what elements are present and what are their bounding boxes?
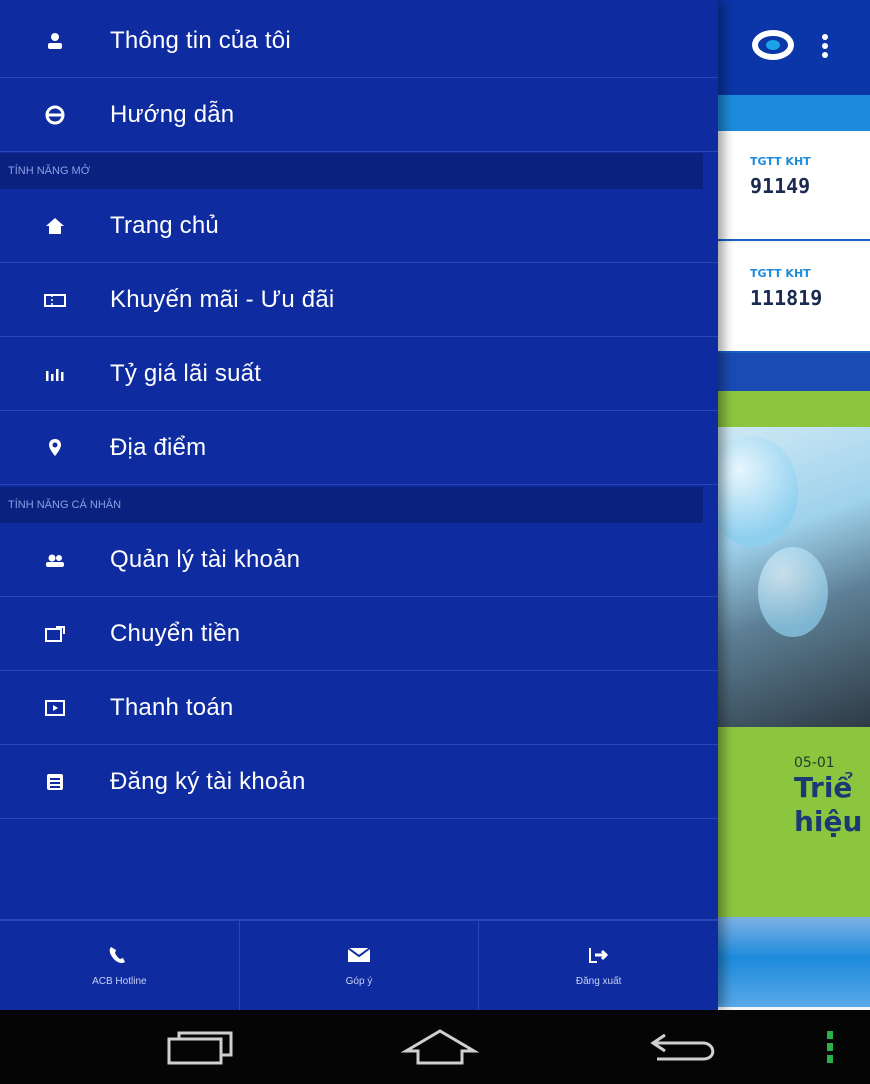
menu-item-rates[interactable]: Tỷ giá lãi suất	[0, 337, 718, 411]
acb-logo-icon	[752, 30, 794, 60]
menu-item-label: Địa điểm	[110, 433, 207, 461]
menu-item-label: Trang chủ	[110, 211, 219, 239]
menu-item-guide[interactable]: Hướng dẫn	[0, 78, 718, 152]
account-manage-icon	[0, 549, 110, 571]
menu-dots-icon	[827, 1031, 833, 1063]
menu-item-label: Chuyển tiền	[110, 619, 241, 647]
feedback-button[interactable]: Góp ý	[240, 921, 480, 1010]
home-icon	[0, 215, 110, 237]
mail-icon	[347, 947, 371, 962]
tab-label: Đăng xuất	[575, 976, 622, 987]
logout-icon	[588, 948, 608, 963]
balloon-graphic	[758, 547, 828, 637]
drawer-bottom-tabs: ACB Hotline Góp ý Đăng xuất	[0, 920, 718, 1010]
main-app-bar	[718, 0, 870, 95]
menu-button[interactable]	[818, 1022, 842, 1072]
menu-item-my-info[interactable]: Thông tin của tôi	[0, 4, 718, 78]
news-title-line: hiệu	[794, 805, 863, 838]
register-icon	[0, 771, 110, 793]
menu-item-transfer[interactable]: Chuyển tiền	[0, 597, 718, 671]
section-title: TÍNH NĂNG CÁ NHÂN	[8, 499, 122, 511]
news-date: 05-01	[794, 755, 835, 771]
home-nav-icon	[400, 1029, 480, 1065]
section-header-open-features: TÍNH NĂNG MỞ	[0, 153, 703, 189]
account-card-label: TGTT KHT	[750, 155, 811, 168]
section-title: TÍNH NĂNG MỞ	[8, 165, 91, 177]
menu-item-label: Thông tin của tôi	[110, 26, 291, 54]
back-button[interactable]	[640, 1022, 730, 1072]
account-card[interactable]: TGTT KHT 91149	[718, 131, 870, 241]
menu-item-label: Thanh toán	[110, 693, 234, 721]
menu-item-label: Khuyến mãi - Ưu đãi	[110, 285, 335, 313]
menu-item-label: Tỷ giá lãi suất	[110, 359, 262, 387]
navigation-drawer: Thông tin của tôi Hướng dẫn TÍNH NĂNG MỞ…	[0, 0, 718, 1010]
system-navigation-bar	[0, 1010, 870, 1084]
tab-label: Góp ý	[345, 976, 373, 987]
account-card-number: 111819	[750, 286, 823, 310]
menu-item-label: Đăng ký tài khoản	[110, 767, 306, 795]
phone-icon	[110, 947, 126, 963]
menu-item-home[interactable]: Trang chủ	[0, 189, 718, 263]
overflow-menu-icon[interactable]	[822, 34, 830, 60]
main-header-strip	[718, 95, 870, 131]
ticket-icon	[0, 289, 110, 311]
back-icon	[650, 1033, 715, 1061]
menu-item-payment[interactable]: Thanh toán	[0, 671, 718, 745]
recent-apps-icon	[167, 1031, 233, 1065]
help-icon	[0, 104, 110, 126]
promo-header-bar	[718, 391, 870, 427]
bar-chart-icon	[0, 363, 110, 385]
home-button[interactable]	[395, 1022, 485, 1072]
account-card-number: 91149	[750, 174, 811, 198]
transfer-icon	[0, 623, 110, 645]
menu-item-label: Hướng dẫn	[110, 100, 235, 128]
news-title-line: Triể	[794, 771, 853, 804]
hotline-button[interactable]: ACB Hotline	[0, 921, 240, 1010]
promo-banner-image[interactable]	[708, 427, 870, 727]
menu-item-label: Quản lý tài khoản	[110, 545, 301, 573]
section-header-personal-features: TÍNH NĂNG CÁ NHÂN	[0, 487, 703, 523]
menu-item-account-management[interactable]: Quản lý tài khoản	[0, 523, 718, 597]
bottom-banner	[718, 917, 870, 1007]
tab-label: ACB Hotline	[92, 976, 147, 987]
user-icon	[0, 30, 110, 52]
payment-icon	[0, 697, 110, 719]
account-card[interactable]: TGTT KHT 111819	[718, 243, 870, 353]
account-card-label: TGTT KHT	[750, 267, 811, 280]
menu-item-locations[interactable]: Địa điểm	[0, 411, 718, 485]
recent-apps-button[interactable]	[160, 1022, 240, 1072]
menu-item-promotions[interactable]: Khuyến mãi - Ưu đãi	[0, 263, 718, 337]
location-pin-icon	[0, 437, 110, 459]
menu-item-register[interactable]: Đăng ký tài khoản	[0, 745, 718, 819]
logout-button[interactable]: Đăng xuất	[479, 921, 718, 1010]
balloon-graphic	[708, 437, 798, 547]
divider-band	[718, 353, 870, 391]
news-card[interactable]: 05-01 Triể hiệu	[718, 727, 870, 917]
